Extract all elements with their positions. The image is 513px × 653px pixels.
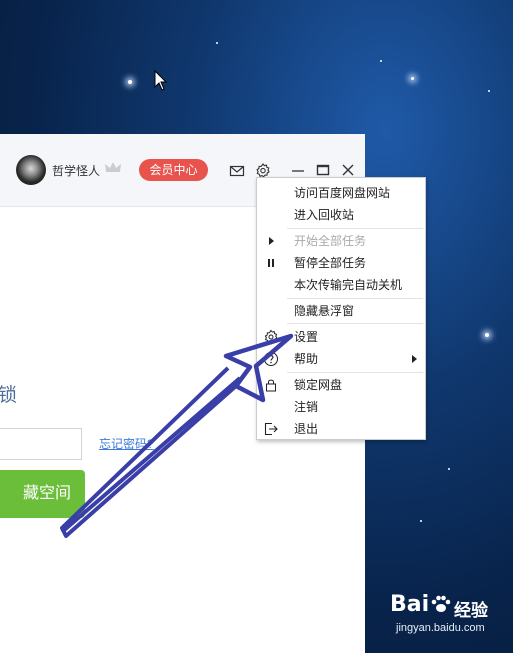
star xyxy=(380,60,382,62)
vip-center-button[interactable]: 会员中心 xyxy=(139,159,208,181)
mouse-cursor-icon xyxy=(154,70,168,91)
minimize-icon[interactable] xyxy=(290,162,306,178)
menu-separator xyxy=(287,298,423,299)
settings-dropdown-menu: 访问百度网盘网站 进入回收站 开始全部任务 暂停全部任务 本次传输完自动关机 隐… xyxy=(256,177,426,440)
star xyxy=(485,333,489,337)
watermark-brand: 经验 xyxy=(454,601,488,620)
star xyxy=(488,90,490,92)
settings-gear-icon[interactable] xyxy=(255,162,271,178)
watermark-url: jingyan.baidu.com xyxy=(396,622,485,634)
menu-item-label: 进入回收站 xyxy=(294,208,355,222)
menu-item-settings[interactable]: 设置 xyxy=(257,326,425,348)
star xyxy=(128,80,132,84)
menu-item-label: 暂停全部任务 xyxy=(294,256,367,270)
menu-item-label: 隐藏悬浮窗 xyxy=(294,304,355,318)
menu-item-label: 帮助 xyxy=(294,352,319,366)
forgot-password-link[interactable]: 忘记密码? xyxy=(99,435,154,452)
menu-item-label: 注销 xyxy=(294,400,319,414)
menu-item-label: 退出 xyxy=(294,422,319,436)
menu-item-start-all: 开始全部任务 xyxy=(257,230,425,252)
lock-icon xyxy=(266,379,276,392)
menu-item-lock-netdisk[interactable]: 锁定网盘 xyxy=(257,374,425,396)
enter-space-button[interactable]: 藏空间 xyxy=(0,470,85,518)
menu-item-label: 开始全部任务 xyxy=(294,234,367,248)
menu-item-label: 设置 xyxy=(294,330,319,344)
menu-item-label: 锁定网盘 xyxy=(294,378,343,392)
close-icon[interactable] xyxy=(340,162,356,178)
help-icon xyxy=(264,352,278,366)
maximize-icon[interactable] xyxy=(315,162,331,178)
menu-separator xyxy=(287,372,423,373)
menu-item-exit[interactable]: 退出 xyxy=(257,418,425,440)
mail-icon[interactable] xyxy=(229,163,245,179)
play-icon xyxy=(269,237,274,245)
menu-item-visit-website[interactable]: 访问百度网盘网站 xyxy=(257,182,425,204)
menu-separator xyxy=(287,323,423,324)
menu-item-help[interactable]: 帮助 xyxy=(257,348,425,370)
star xyxy=(448,468,450,470)
exit-icon xyxy=(264,422,278,436)
submenu-arrow-icon xyxy=(412,355,417,363)
baidu-jingyan-watermark: Bai 经验 jingyan.baidu.com xyxy=(390,592,502,642)
pause-icon xyxy=(268,259,274,267)
lock-title: 锁 xyxy=(0,385,18,406)
menu-separator xyxy=(287,228,423,229)
menu-item-label: 本次传输完自动关机 xyxy=(294,278,403,292)
username[interactable]: 哲学怪人 xyxy=(52,162,100,179)
menu-item-label: 访问百度网盘网站 xyxy=(294,186,391,200)
star xyxy=(411,77,414,80)
star xyxy=(420,520,422,522)
watermark-logo: Bai xyxy=(390,592,430,617)
gear-icon xyxy=(264,329,278,344)
menu-item-logout[interactable]: 注销 xyxy=(257,396,425,418)
paw-icon xyxy=(431,595,451,612)
crown-icon xyxy=(105,162,121,172)
avatar[interactable] xyxy=(16,155,46,185)
menu-item-recycle-bin[interactable]: 进入回收站 xyxy=(257,204,425,226)
star xyxy=(216,42,218,44)
menu-item-hide-floating-window[interactable]: 隐藏悬浮窗 xyxy=(257,300,425,322)
menu-item-auto-shutdown[interactable]: 本次传输完自动关机 xyxy=(257,274,425,296)
password-input[interactable] xyxy=(0,428,82,460)
menu-item-pause-all[interactable]: 暂停全部任务 xyxy=(257,252,425,274)
